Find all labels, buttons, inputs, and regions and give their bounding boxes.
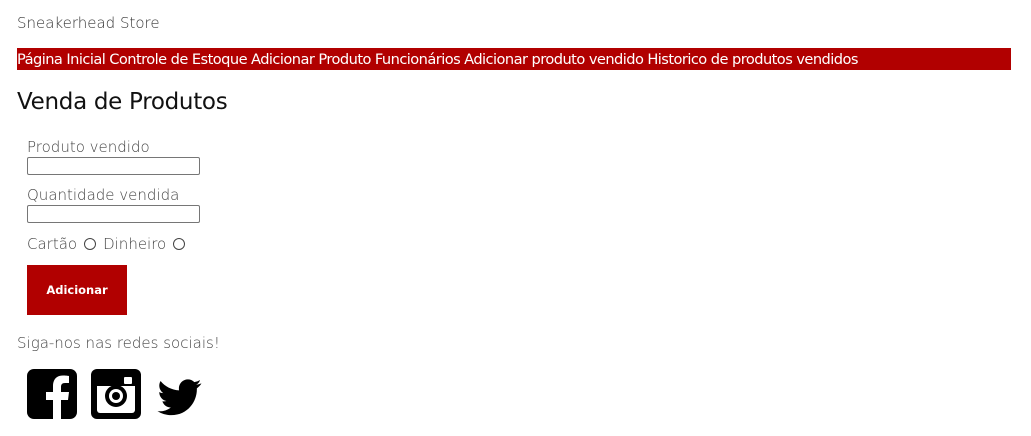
- nav-link-add-product[interactable]: Adicionar Produto: [251, 51, 371, 68]
- sale-form: Produto vendido Quantidade vendida Cartã…: [27, 138, 200, 315]
- brand-name: Sneakerhead Store: [17, 14, 160, 32]
- cash-radio[interactable]: [173, 238, 186, 250]
- instagram-icon: [91, 369, 141, 419]
- product-label: Produto vendido: [27, 138, 150, 156]
- product-input[interactable]: [27, 157, 200, 175]
- facebook-link[interactable]: [27, 369, 77, 419]
- nav-link-home[interactable]: Página Inicial: [17, 51, 106, 68]
- nav-link-inventory[interactable]: Controle de Estoque: [109, 51, 247, 68]
- payment-method-group: Cartão Dinheiro: [27, 235, 200, 253]
- card-label: Cartão: [27, 235, 78, 253]
- nav-link-add-sold-product[interactable]: Adicionar produto vendido: [464, 51, 644, 68]
- social-links: [27, 369, 205, 419]
- cash-label: Dinheiro: [103, 235, 167, 253]
- quantity-label: Quantidade vendida: [27, 186, 180, 204]
- twitter-link[interactable]: [155, 375, 205, 419]
- card-radio[interactable]: [84, 238, 97, 250]
- facebook-icon: [27, 369, 77, 419]
- instagram-link[interactable]: [91, 369, 141, 419]
- quantity-input[interactable]: [27, 205, 200, 223]
- twitter-icon: [155, 375, 205, 419]
- nav-link-sales-history[interactable]: Historico de produtos vendidos: [647, 51, 858, 68]
- add-button[interactable]: Adicionar: [27, 265, 127, 315]
- page-title: Venda de Produtos: [17, 89, 228, 115]
- social-heading: Siga-nos nas redes sociais!: [17, 334, 220, 352]
- nav-link-employees[interactable]: Funcionários: [375, 51, 461, 68]
- main-nav: Página Inicial Controle de Estoque Adici…: [17, 48, 1011, 70]
